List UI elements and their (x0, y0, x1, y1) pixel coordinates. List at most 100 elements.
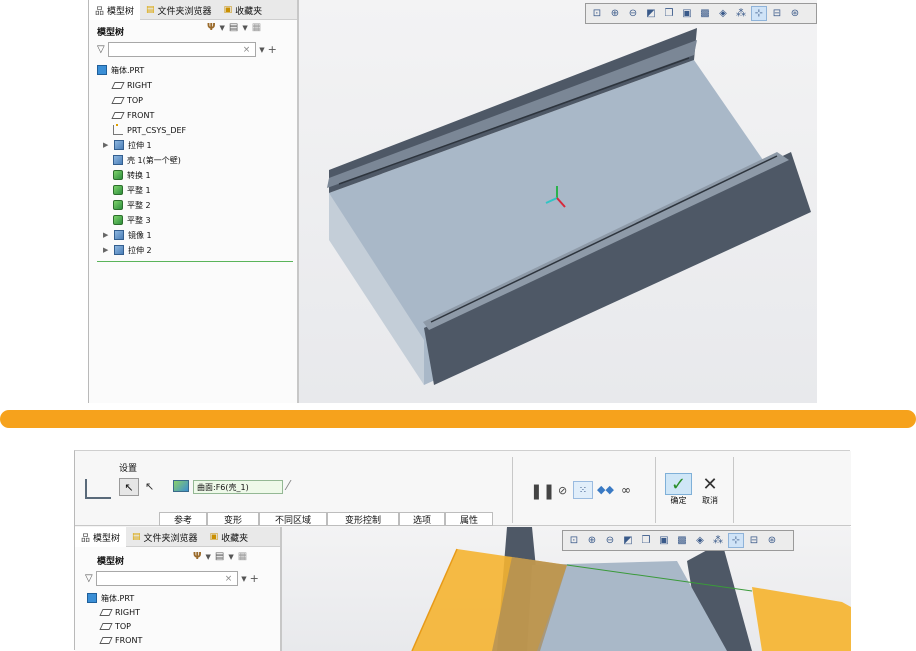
graphics-viewport[interactable]: ⊡ ⊕ ⊖ ◩ ❒ ▣ ▩ ◈ ⁂ ⊹ ⊟ ⊛ (299, 0, 817, 403)
datum-display-icon[interactable]: ⁂ (733, 6, 749, 21)
repaint-icon[interactable]: ◩ (620, 533, 636, 548)
reference-collector[interactable]: 曲面:F6(壳_1) (193, 480, 283, 494)
edit-reference-icon[interactable]: ⁄ (287, 479, 289, 494)
pointer-icon[interactable]: ↖ (145, 480, 154, 493)
tree-item-csys[interactable]: PRT_CSYS_DEF (113, 123, 186, 137)
shell-icon (113, 155, 123, 165)
add-icon[interactable]: + (250, 572, 259, 585)
graphics-viewport[interactable]: ⊡ ⊕ ⊖ ◩ ❒ ▣ ▩ ◈ ⁂ ⊹ ⊟ ⊛ (282, 527, 851, 651)
tab-model-tree[interactable]: 品 模型树 (89, 0, 141, 20)
verify-icon[interactable]: ◆◆ (597, 483, 614, 496)
datum-plane-icon (99, 636, 113, 644)
add-icon[interactable]: + (268, 43, 277, 56)
tree-item-top[interactable]: TOP (99, 619, 131, 633)
zoom-out-icon[interactable]: ⊖ (602, 533, 618, 548)
clear-icon[interactable]: × (225, 574, 233, 584)
expand-arrow-icon[interactable]: ▶ (103, 246, 110, 254)
tree-columns-icon[interactable]: ▦ (252, 22, 261, 33)
tree-columns-icon[interactable]: ▦ (238, 551, 247, 562)
cancel-button[interactable]: ✕ 取消 (698, 473, 722, 506)
ribbon-divider (512, 457, 513, 523)
show-icon[interactable]: ▤ (215, 551, 224, 562)
expand-arrow-icon[interactable]: ▶ (103, 231, 110, 239)
warp-feature-icon (85, 479, 111, 499)
flat-wall-icon (113, 185, 123, 195)
tree-item-label: 平整 1 (127, 185, 151, 195)
appearance-icon[interactable]: ⊛ (764, 533, 780, 548)
tree-search-input[interactable] (107, 42, 256, 57)
refit-icon[interactable]: ⊡ (566, 533, 582, 548)
chevron-down-icon[interactable]: ▼ (242, 24, 247, 32)
zoom-out-icon[interactable]: ⊖ (625, 6, 641, 21)
zoom-in-icon[interactable]: ⊕ (584, 533, 600, 548)
tree-item-part[interactable]: 箱体.PRT (87, 591, 134, 605)
tab-references[interactable]: 参考 (159, 512, 207, 526)
saved-views-icon[interactable]: ▣ (656, 533, 672, 548)
tab-model-tree[interactable]: 品 模型树 (75, 527, 127, 547)
tree-item-front[interactable]: FRONT (99, 633, 142, 647)
tab-folder-browser[interactable]: ▤ 文件夹浏览器 (126, 527, 204, 547)
pause-button[interactable]: ❚❚ (530, 482, 555, 500)
show-icon[interactable]: ▤ (229, 22, 238, 33)
chevron-down-icon[interactable]: ▼ (220, 24, 225, 32)
confirm-label: 确定 (670, 496, 687, 505)
tree-item-extrude-1[interactable]: ▶ 拉伸 1 (103, 138, 152, 152)
zoom-in-icon[interactable]: ⊕ (607, 6, 623, 21)
tree-search-input[interactable] (95, 571, 238, 586)
tree-item-right[interactable]: RIGHT (111, 78, 152, 92)
tree-item-part[interactable]: 箱体.PRT (97, 63, 144, 77)
tab-options[interactable]: 选项 (399, 512, 445, 526)
tree-item-right[interactable]: RIGHT (99, 605, 140, 619)
tab-favorites[interactable]: ▣ 收藏夹 (204, 527, 255, 547)
annotation-display-icon[interactable]: ⊟ (769, 6, 785, 21)
perspective-icon[interactable]: ◈ (715, 6, 731, 21)
glasses-icon[interactable]: ∞ (621, 483, 631, 497)
chevron-down-icon[interactable]: ▼ (241, 575, 246, 583)
tree-item-shell-1[interactable]: 壳 1(第一个壁) (113, 153, 181, 167)
datum-plane-icon (99, 622, 113, 630)
chevron-down-icon[interactable]: ▼ (259, 46, 264, 54)
tree-item-mirror-1[interactable]: ▶ 镜像 1 (103, 228, 152, 242)
chevron-down-icon[interactable]: ▼ (206, 553, 211, 561)
select-mode-button[interactable]: ↖ (119, 478, 139, 496)
tab-deformation[interactable]: 变形 (207, 512, 259, 526)
tab-deformation-control[interactable]: 变形控制 (327, 512, 399, 526)
tab-properties[interactable]: 属性 (445, 512, 493, 526)
tree-item-flat-1[interactable]: 平整 1 (113, 183, 151, 197)
refit-icon[interactable]: ⊡ (589, 6, 605, 21)
view-manager-icon[interactable]: ▩ (674, 533, 690, 548)
clear-icon[interactable]: × (243, 45, 251, 55)
saved-views-icon[interactable]: ▣ (679, 6, 695, 21)
expand-arrow-icon[interactable]: ▶ (103, 141, 110, 149)
chevron-down-icon[interactable]: ▼ (228, 553, 233, 561)
perspective-icon[interactable]: ◈ (692, 533, 708, 548)
filter-icon[interactable]: ▽ (97, 44, 105, 55)
filter-icon[interactable]: ▽ (85, 573, 93, 584)
display-style-icon[interactable]: ❒ (661, 6, 677, 21)
spin-center-icon[interactable]: ⊹ (728, 533, 744, 548)
tree-settings-icon[interactable]: Ψ (193, 551, 202, 562)
tree-item-conversion-1[interactable]: 转换 1 (113, 168, 151, 182)
tree-item-flat-2[interactable]: 平整 2 (113, 198, 151, 212)
tree-item-flat-3[interactable]: 平整 3 (113, 213, 151, 227)
tab-distinct-regions[interactable]: 不同区域 (259, 512, 327, 526)
datum-display-icon[interactable]: ⁂ (710, 533, 726, 548)
tab-label: 收藏夹 (235, 6, 263, 17)
tree-settings-icon[interactable]: Ψ (207, 22, 216, 33)
insert-here-line[interactable] (97, 261, 293, 262)
annotation-display-icon[interactable]: ⊟ (746, 533, 762, 548)
tree-item-top[interactable]: TOP (111, 93, 143, 107)
preview-geometry-icon[interactable]: ⁙ (573, 481, 593, 499)
no-preview-icon[interactable]: ⊘ (558, 484, 567, 497)
appearance-icon[interactable]: ⊛ (787, 6, 803, 21)
spin-center-icon[interactable]: ⊹ (751, 6, 767, 21)
conversion-icon (113, 170, 123, 180)
repaint-icon[interactable]: ◩ (643, 6, 659, 21)
confirm-button[interactable]: ✓ 确定 (665, 473, 692, 506)
tree-item-front[interactable]: FRONT (111, 108, 154, 122)
tab-folder-browser[interactable]: ▤ 文件夹浏览器 (140, 0, 218, 20)
view-manager-icon[interactable]: ▩ (697, 6, 713, 21)
tab-favorites[interactable]: ▣ 收藏夹 (218, 0, 269, 20)
tree-item-extrude-2[interactable]: ▶ 拉伸 2 (103, 243, 152, 257)
display-style-icon[interactable]: ❒ (638, 533, 654, 548)
